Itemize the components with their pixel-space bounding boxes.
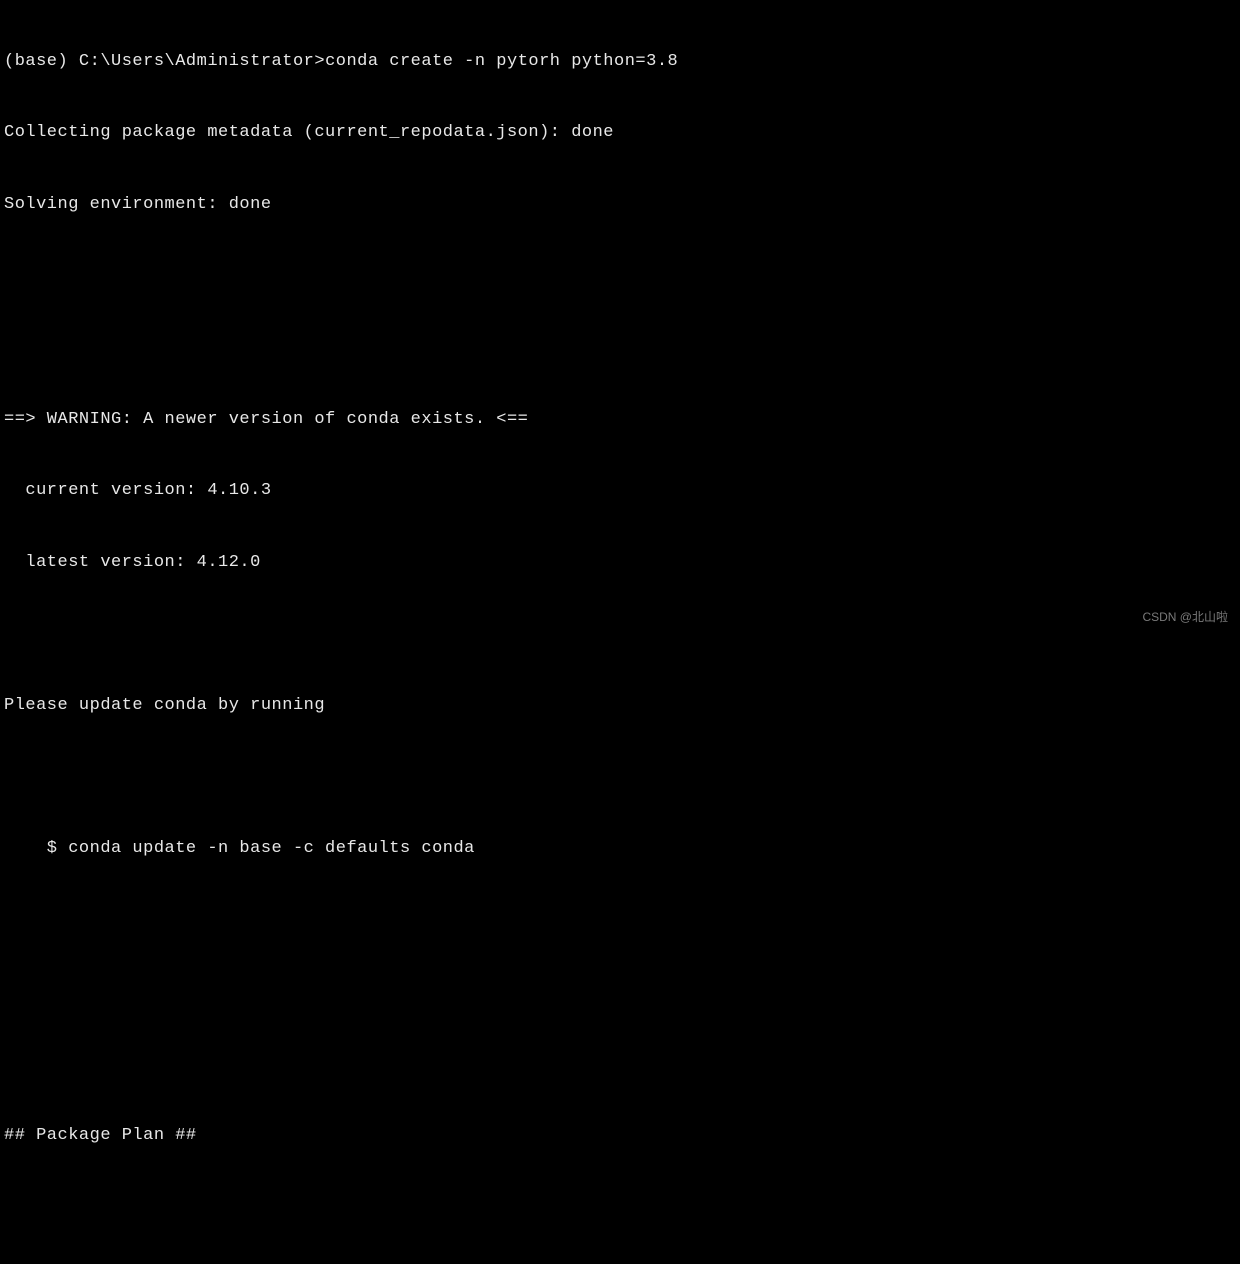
output-line — [4, 980, 1240, 1004]
prompt-line: (base) C:\Users\Administrator>conda crea… — [4, 50, 1240, 74]
output-line — [4, 1052, 1240, 1076]
update-instruction: Please update conda by running — [4, 694, 1240, 718]
output-line — [4, 622, 1240, 646]
command-text: conda create -n pytorh python=3.8 — [325, 52, 678, 71]
output-line — [4, 766, 1240, 790]
watermark: CSDN @北山啦 — [1142, 609, 1228, 626]
prompt: (base) C:\Users\Administrator> — [4, 52, 325, 71]
terminal-output[interactable]: (base) C:\Users\Administrator>conda crea… — [4, 2, 1240, 1264]
output-line — [4, 909, 1240, 933]
version-line: current version: 4.10.3 — [4, 479, 1240, 503]
output-line — [4, 336, 1240, 360]
package-plan-header: ## Package Plan ## — [4, 1124, 1240, 1148]
output-line: Collecting package metadata (current_rep… — [4, 121, 1240, 145]
output-line: Solving environment: done — [4, 193, 1240, 217]
update-command: $ conda update -n base -c defaults conda — [4, 837, 1240, 861]
output-line — [4, 264, 1240, 288]
output-line — [4, 1195, 1240, 1219]
warning-line: ==> WARNING: A newer version of conda ex… — [4, 408, 1240, 432]
version-line: latest version: 4.12.0 — [4, 551, 1240, 575]
